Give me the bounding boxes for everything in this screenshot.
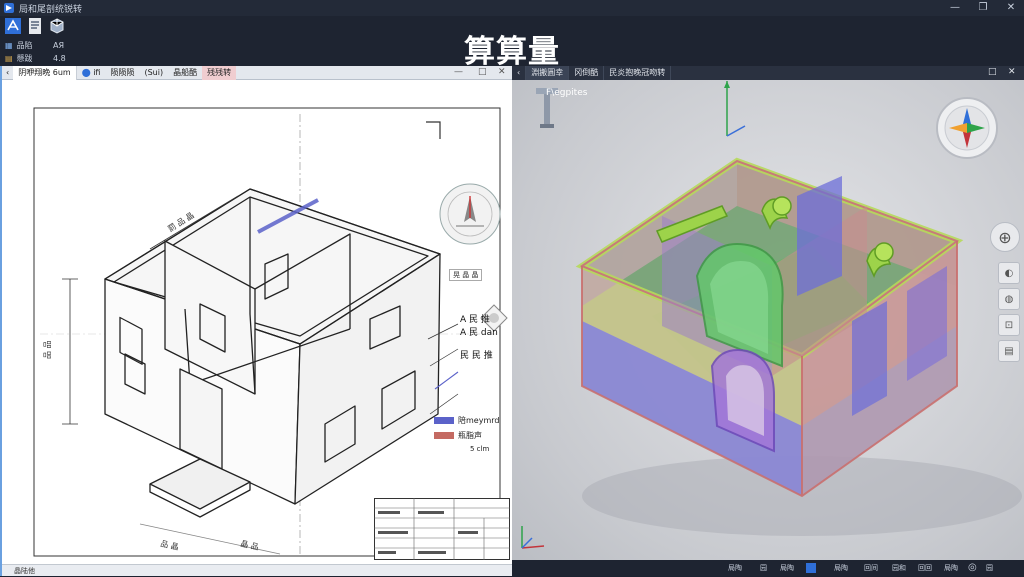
view-label: 晃 晶 晶 — [449, 269, 483, 281]
ucs-icon — [426, 121, 441, 139]
minimize-button[interactable]: — — [944, 1, 966, 15]
svg-text:晶 品: 晶 品 — [240, 539, 260, 552]
layers-button[interactable]: ▤ — [998, 340, 1020, 362]
status-settings-icon[interactable]: ◎ — [968, 560, 977, 576]
blueprint-status-bar: 晶陆他 — [2, 564, 512, 576]
blueprint-close-button[interactable]: ✕ — [498, 67, 506, 77]
model-tab-bar: ‹ 淵搬圓幸 冈倒酷 民炎抱晚冠吻转 — [512, 66, 1024, 80]
legend-label-2: 瓶脂声 — [458, 431, 482, 440]
status-item-9[interactable]: 园 — [986, 560, 993, 576]
legend-swatch-red — [434, 432, 454, 439]
status-item-8[interactable]: 局陶 — [944, 560, 958, 576]
window-title: 局和尾剖统锐转 — [19, 4, 83, 15]
legend-item: 陪meymrd — [434, 415, 499, 426]
axis-gizmo-top — [724, 81, 746, 137]
status-item-5[interactable]: 回间 — [864, 560, 878, 576]
tab-model-2[interactable]: 冈倒酷 — [569, 66, 605, 80]
axis-gizmo-bottom — [521, 526, 545, 549]
status-text: 晶陆他 — [14, 567, 35, 575]
model-3d-panel: ‹ 淵搬圓幸 冈倒酷 民炎抱晚冠吻转 □ ✕ F\egpites ⊕ ◐ ◍ ⊡… — [512, 66, 1024, 576]
status-item-2[interactable]: 园 — [760, 560, 767, 576]
legend: 陪meymrd 瓶脂声 5 clm — [434, 415, 499, 453]
status-item-6[interactable]: 园和 — [892, 560, 906, 576]
toolbar: ▦ 品陷 AЯ ▤ 懸跋 4.8 算算量 — [0, 16, 1024, 70]
zoom-button[interactable]: ⊕ — [990, 222, 1020, 252]
view-cube-3d[interactable] — [936, 97, 998, 159]
tab-view-6[interactable]: 残残转 — [202, 65, 237, 80]
tab-view-4[interactable]: (Sui) — [139, 66, 168, 80]
tab-blueprint[interactable]: 阴咿翔晩 6um — [13, 65, 77, 80]
headline-title: 算算量 — [464, 34, 560, 70]
callout-2: A 民 dan — [460, 328, 498, 338]
status-item-1[interactable]: 局陶 — [728, 560, 742, 576]
legend-label-1: 陪meymrd — [458, 416, 500, 425]
callout-1: A 民 推 — [460, 315, 490, 325]
title-block — [374, 498, 510, 560]
tab-view-3[interactable]: 陨陨陨 — [105, 66, 139, 80]
callout-3: 民 民 推 — [460, 351, 493, 361]
status-item-7[interactable]: 回回 — [918, 560, 932, 576]
blueprint-maximize-button[interactable]: □ — [478, 67, 487, 77]
pan-button[interactable]: ◍ — [998, 288, 1020, 310]
title-bar: 局和尾剖统锐转 — ❐ ✕ — [0, 0, 1024, 16]
tab-scroll-left-icon[interactable]: ‹ — [512, 66, 527, 80]
legend-note: 5 clm — [470, 445, 490, 453]
app-window: 局和尾剖统锐转 — ❐ ✕ ▦ 品陷 AЯ ▤ 懸跋 4.8 算算量 ‹ 阴咿翔… — [0, 0, 1024, 576]
legend-swatch-blue — [434, 417, 454, 424]
tab-view-2[interactable]: ⬤ ifi — [77, 66, 106, 80]
model-close-button[interactable]: ✕ — [1008, 67, 1016, 77]
close-button[interactable]: ✕ — [1000, 1, 1022, 15]
blueprint-minimize-button[interactable]: — — [454, 67, 463, 77]
model-3d-viewport[interactable] — [512, 66, 1024, 576]
blueprint-drawing[interactable]: 罰 品 晶 品 品 品 晶 晶 品 — [10, 84, 508, 560]
blueprint-tab-bar: ‹ 阴咿翔晩 6um ⬤ ifi 陨陨陨 (Sui) 晶船酷 残残转 — [2, 65, 512, 80]
model-label: F\egpites — [546, 88, 588, 98]
legend-item: 瓶脂声 — [434, 430, 499, 441]
restore-button[interactable]: ❐ — [972, 1, 994, 15]
view-icon: ⬤ — [81, 67, 91, 77]
status-item-3[interactable]: 局陶 — [780, 560, 794, 576]
app-logo-icon — [4, 3, 14, 13]
model-maximize-button[interactable]: □ — [988, 67, 997, 77]
status-square-icon[interactable] — [806, 563, 816, 573]
svg-text:品 品: 品 品 — [43, 340, 52, 359]
fit-view-button[interactable]: ⊡ — [998, 314, 1020, 336]
orbit-button[interactable]: ◐ — [998, 262, 1020, 284]
tab-model-3[interactable]: 民炎抱晚冠吻转 — [604, 66, 672, 80]
tab-scroll-left-icon[interactable]: ‹ — [2, 68, 13, 77]
tab-view-5[interactable]: 晶船酷 — [168, 66, 202, 80]
blueprint-panel: ‹ 阴咿翔晩 6um ⬤ ifi 陨陨陨 (Sui) 晶船酷 残残转 — □ ✕ — [0, 65, 512, 576]
svg-text:品 晶: 品 晶 — [160, 539, 180, 552]
model-status-bar: 局陶 园 局陶 局陶 回间 园和 回回 局陶 ◎ 园 — [512, 560, 1024, 576]
status-item-4[interactable]: 局陶 — [834, 560, 848, 576]
view-cube-2d[interactable] — [439, 183, 501, 245]
tab-model-1[interactable]: 淵搬圓幸 — [526, 66, 570, 80]
